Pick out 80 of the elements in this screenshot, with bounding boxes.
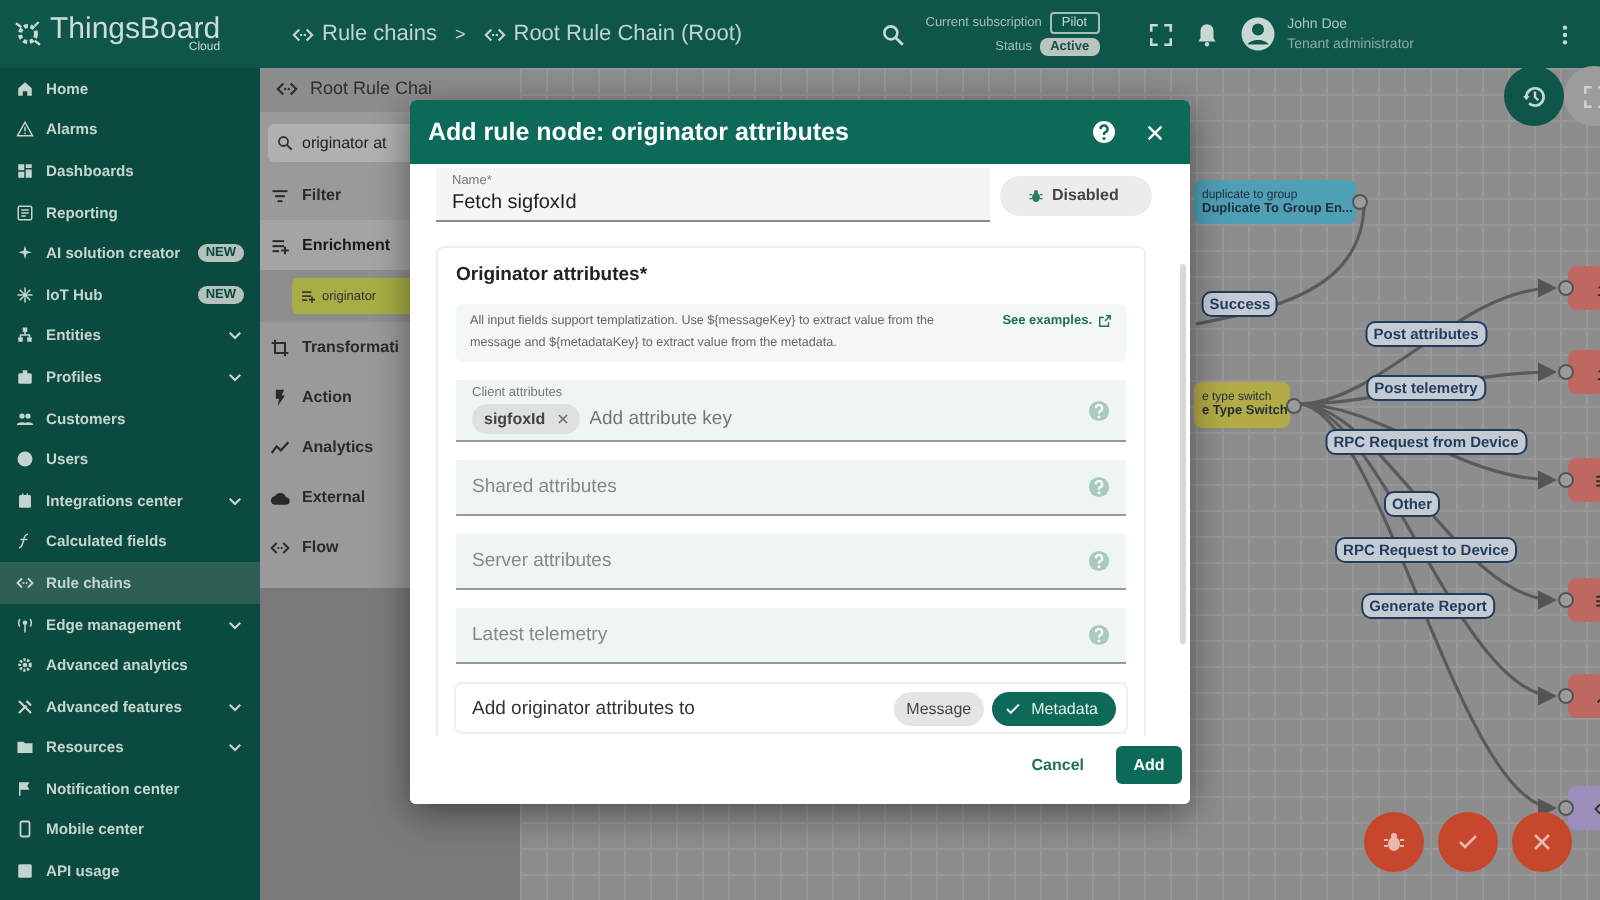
crop-icon: [270, 337, 290, 357]
plug-icon: [16, 491, 34, 510]
target-label: Add originator attributes to: [472, 697, 695, 720]
code-icon: [292, 23, 314, 45]
toggle-option[interactable]: Metadata: [991, 691, 1116, 726]
list-add-icon: [270, 235, 290, 255]
filter-icon: [270, 185, 290, 205]
warning-icon: [16, 120, 34, 139]
grid-icon: [16, 161, 34, 180]
add-button[interactable]: Add: [1116, 745, 1182, 783]
cloud-icon: [270, 487, 290, 507]
cancel-fab[interactable]: [1512, 812, 1572, 872]
connection-port[interactable]: [1558, 472, 1574, 488]
attribute-input[interactable]: Add attribute key: [589, 408, 1088, 431]
toggle-option[interactable]: Message: [894, 691, 984, 726]
check-icon: [1003, 699, 1022, 718]
breadcrumb-link[interactable]: Rule chains: [292, 22, 437, 46]
fullscreen-icon: [1581, 83, 1600, 109]
connection-port[interactable]: [1558, 800, 1574, 816]
library-title: Root Rule Chai: [310, 78, 433, 98]
attribute-input[interactable]: Server attributes: [472, 550, 1088, 573]
attribute-field[interactable]: Latest telemetry: [456, 608, 1126, 665]
breadcrumb-separator: >: [454, 24, 466, 44]
avatar-icon[interactable]: [1239, 16, 1276, 52]
tools-icon: [16, 697, 34, 716]
folder-icon: [16, 738, 34, 757]
check-icon: [1456, 830, 1480, 854]
name-input[interactable]: Fetch sigfoxId: [452, 188, 974, 214]
apply-fab[interactable]: [1438, 812, 1498, 872]
hub-icon: [16, 285, 34, 304]
gear-icon: [16, 656, 34, 675]
close-icon: [1530, 830, 1554, 854]
logo-text: ThingsBoard: [50, 14, 221, 44]
search-icon: [276, 134, 294, 152]
sparkle-icon: [16, 244, 34, 263]
connection-port[interactable]: [1558, 364, 1574, 380]
list-add-icon: [300, 288, 316, 304]
close-icon[interactable]: [555, 412, 570, 427]
function-icon: [16, 532, 34, 551]
section-title: Originator attributes*: [456, 264, 650, 286]
connection-port[interactable]: [1558, 280, 1574, 296]
scrollbar[interactable]: [1180, 264, 1186, 644]
square-icon: [16, 862, 34, 881]
bug-icon: [1382, 830, 1406, 854]
home-icon: [16, 79, 34, 98]
hierarchy-icon: [16, 326, 34, 345]
bolt-icon: [270, 387, 290, 407]
phone-icon: [16, 820, 34, 839]
briefcase-icon: [16, 367, 34, 386]
code-icon: [276, 78, 298, 100]
debug-button[interactable]: Disabled: [1000, 175, 1152, 215]
flag-icon: [16, 779, 34, 798]
breadcrumb-link[interactable]: Root Rule Chain (Root): [483, 22, 743, 46]
connection-port[interactable]: [1558, 688, 1574, 704]
code-icon: [270, 537, 290, 557]
attribute-chip[interactable]: sigfoxId: [472, 404, 580, 435]
debug-fab[interactable]: [1364, 812, 1424, 872]
history-button[interactable]: [1504, 66, 1564, 126]
logo-icon: [12, 18, 44, 50]
bug-icon: [1028, 187, 1044, 203]
code-icon: [483, 23, 506, 45]
attribute-input[interactable]: Latest telemetry: [472, 624, 1088, 647]
external-link-icon: [1098, 314, 1112, 328]
connection-port[interactable]: [1286, 397, 1302, 413]
antenna-icon: [16, 615, 34, 634]
line-chart-icon: [270, 437, 290, 457]
code-icon: [16, 573, 34, 592]
attribute-input[interactable]: Shared attributes: [472, 476, 1088, 499]
connection-port[interactable]: [1558, 592, 1574, 608]
attribute-field[interactable]: Shared attributes: [456, 460, 1126, 517]
fullscreen-icon[interactable]: [1147, 21, 1174, 47]
help-icon[interactable]: [1092, 120, 1116, 144]
cancel-button[interactable]: Cancel: [1015, 745, 1100, 783]
connection-port[interactable]: [1352, 194, 1368, 210]
document-icon: [16, 203, 34, 222]
attribute-field[interactable]: Server attributes: [456, 534, 1126, 591]
history-icon: [1521, 83, 1547, 109]
bell-icon[interactable]: [1193, 21, 1220, 47]
people-icon: [16, 409, 34, 428]
search-icon[interactable]: [879, 21, 906, 47]
